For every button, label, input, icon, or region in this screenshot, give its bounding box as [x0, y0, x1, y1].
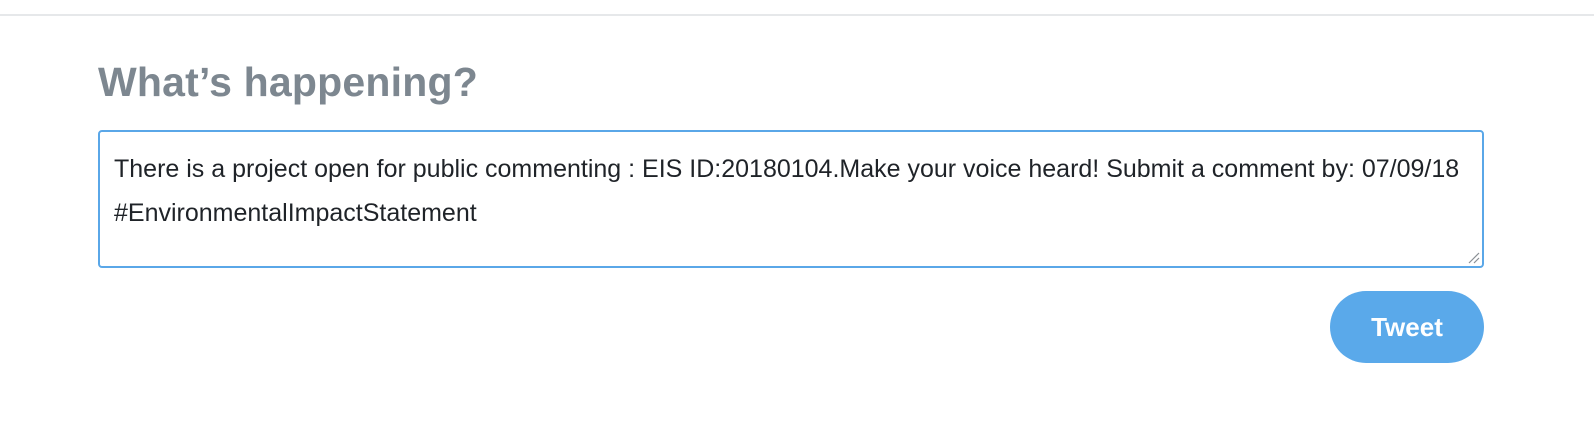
- tweet-composer: What’s happening? There is a project ope…: [98, 56, 1508, 363]
- resize-handle-icon[interactable]: [1466, 250, 1480, 264]
- tweet-button[interactable]: Tweet: [1330, 291, 1484, 363]
- top-divider: [0, 14, 1594, 16]
- page: What’s happening? There is a project ope…: [0, 0, 1594, 446]
- tweet-textarea-container: There is a project open for public comme…: [98, 130, 1484, 268]
- composer-heading: What’s happening?: [98, 59, 478, 105]
- tweet-textarea[interactable]: There is a project open for public comme…: [100, 132, 1482, 266]
